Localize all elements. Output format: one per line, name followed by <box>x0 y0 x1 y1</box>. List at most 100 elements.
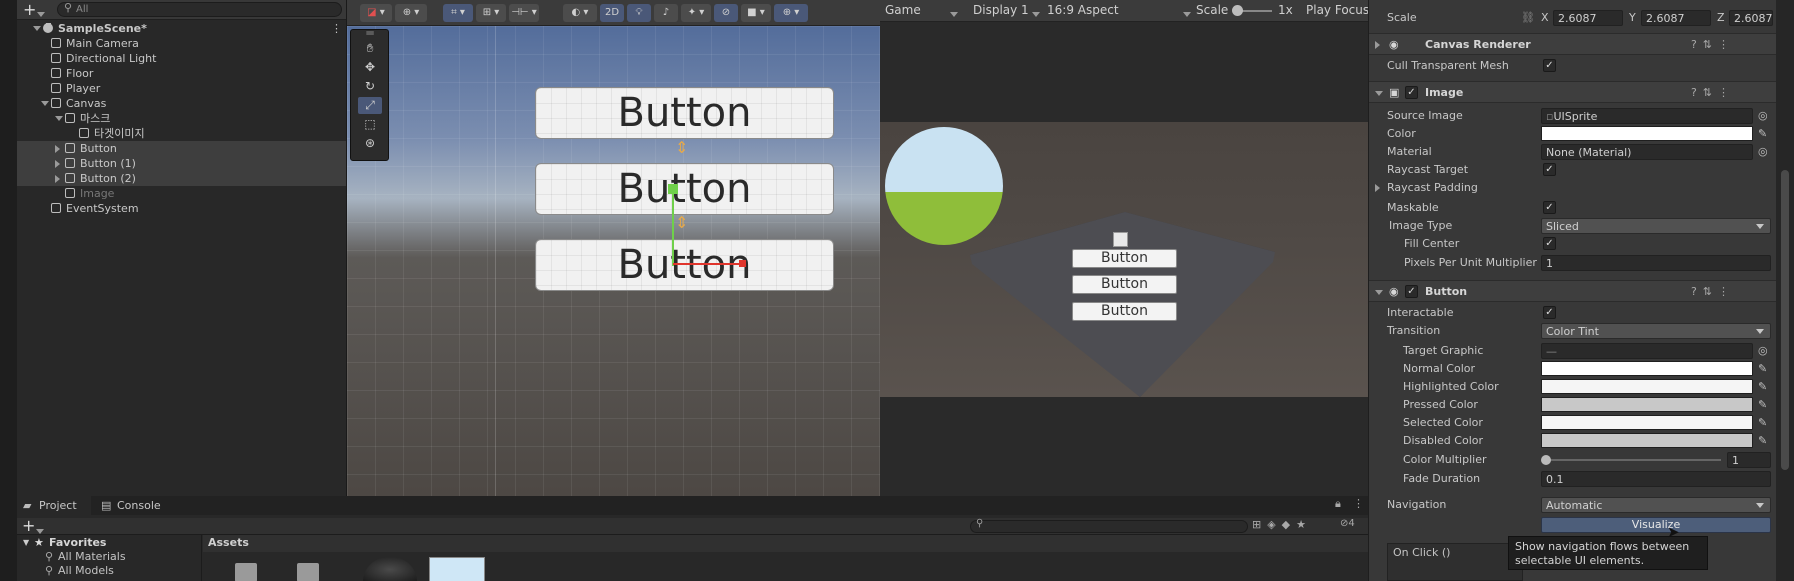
pressed-color-field[interactable] <box>1541 397 1753 412</box>
scene-view[interactable]: Button Button Button ⇕ ⇕ <box>347 0 880 496</box>
move-gizmo-y-axis[interactable] <box>672 184 674 266</box>
raycast-padding-row[interactable]: Raycast Padding <box>1369 179 1777 197</box>
move-tool-icon[interactable]: ✥ <box>358 59 382 76</box>
rotate-tool-icon[interactable]: ↻ <box>358 78 382 95</box>
image-enabled-checkbox[interactable]: ✓ <box>1405 86 1418 99</box>
button-component-header[interactable]: ◉ ✓ Button ?⇅⋮ <box>1369 280 1777 302</box>
hierarchy-item[interactable]: SampleScene* ⋮ <box>17 21 346 36</box>
eyedropper-icon[interactable]: ✎ <box>1758 417 1770 429</box>
scene-button-3[interactable]: Button <box>535 239 834 291</box>
link-icon[interactable]: ⛓ <box>1521 9 1535 27</box>
collapse-icon[interactable] <box>1375 90 1383 96</box>
expand-icon[interactable] <box>1375 184 1380 192</box>
button-enabled-checkbox[interactable]: ✓ <box>1405 285 1418 298</box>
material-field[interactable]: None (Material) <box>1541 144 1753 160</box>
eyedropper-icon[interactable]: ✎ <box>1758 435 1770 447</box>
play-mode-dropdown[interactable]: Play Focused <box>1306 3 1368 17</box>
effects-icon[interactable]: ✦ ▾ <box>681 4 711 22</box>
hierarchy-item[interactable]: Player <box>17 81 346 96</box>
hidden-objects-icon[interactable]: ⊘ <box>714 4 738 22</box>
scale-z-field[interactable]: 2.6087 <box>1729 10 1773 26</box>
object-picker-icon[interactable]: ◎ <box>1758 345 1770 357</box>
globe-icon[interactable]: ⊕ ▾ <box>395 4 427 22</box>
object-picker-icon[interactable]: ◎ <box>1758 110 1770 122</box>
scale-slider-thumb[interactable] <box>1232 5 1243 16</box>
hierarchy-item[interactable]: Main Camera <box>17 36 346 51</box>
fade-duration-field[interactable]: 0.1 <box>1541 471 1771 487</box>
hidden-packages-toggle[interactable]: ⊘4 <box>1340 518 1355 529</box>
scale-tool-icon[interactable]: ⤢ <box>358 97 382 114</box>
project-search-input[interactable]: ⚲ <box>970 518 1248 533</box>
collapse-icon[interactable] <box>1375 289 1383 295</box>
collapse-icon[interactable]: ▼ <box>23 538 29 547</box>
hierarchy-item[interactable]: 타겟이미지 <box>17 126 346 141</box>
shading-mode-icon[interactable]: ◐ ▾ <box>563 4 597 22</box>
ppu-field[interactable]: 1 <box>1541 255 1771 271</box>
fill-center-checkbox[interactable]: ✓ <box>1543 237 1556 250</box>
chevron-down-icon[interactable] <box>1183 7 1191 21</box>
eyedropper-icon[interactable]: ✎ <box>1758 128 1770 140</box>
multiplier-field[interactable]: 1 <box>1727 452 1771 468</box>
hierarchy-item[interactable]: Button (1) <box>17 156 346 171</box>
game-button-2[interactable]: Button <box>1072 275 1177 294</box>
kebab-menu-icon[interactable]: ⋮ <box>331 21 342 36</box>
collapse-icon[interactable] <box>55 116 63 121</box>
assets-label[interactable]: Assets <box>208 536 249 549</box>
sprite-thumbnail[interactable] <box>429 557 485 581</box>
overlay-handle-icon[interactable]: ═ <box>358 27 382 39</box>
expand-icon[interactable] <box>55 175 60 183</box>
source-image-field[interactable]: ▫UISprite <box>1541 108 1753 124</box>
hierarchy-search-input[interactable]: ⚲ All <box>57 1 342 17</box>
color-field[interactable] <box>1541 126 1753 141</box>
hierarchy-item[interactable]: Button (2) <box>17 171 346 186</box>
hierarchy-item[interactable]: Floor <box>17 66 346 81</box>
hierarchy-item[interactable]: Image <box>17 186 346 201</box>
hand-tool-icon[interactable]: ✋︎ <box>358 40 382 57</box>
multiplier-slider-thumb[interactable] <box>1541 455 1551 465</box>
fav-all-models[interactable]: All Models <box>58 564 114 577</box>
normal-color-field[interactable] <box>1541 361 1753 376</box>
navigation-dropdown[interactable]: Automatic <box>1541 497 1771 513</box>
hierarchy-item[interactable]: Canvas <box>17 96 346 111</box>
expand-icon[interactable] <box>55 160 60 168</box>
transition-dropdown[interactable]: Color Tint <box>1541 323 1771 339</box>
folder-icon[interactable] <box>235 563 257 581</box>
project-toolbar-icons[interactable]: ⊞◈◆★ <box>1252 518 1312 531</box>
aspect-dropdown[interactable]: 16:9 Aspect <box>1047 3 1119 17</box>
scene-button-2[interactable]: Button <box>535 163 834 215</box>
tab-console[interactable]: ▤ Console <box>95 496 175 515</box>
snap-increment-icon[interactable]: ⊞ ▾ <box>476 4 506 22</box>
eyedropper-icon[interactable]: ✎ <box>1758 363 1770 375</box>
chevron-down-icon[interactable] <box>1032 7 1040 21</box>
move-gizmo-x-handle[interactable] <box>739 260 746 267</box>
transform-tool-icon[interactable]: ⊛ <box>358 135 382 152</box>
object-picker-icon[interactable]: ◎ <box>1758 146 1770 158</box>
scale-y-field[interactable]: 2.6087 <box>1641 10 1711 26</box>
collapse-icon[interactable] <box>41 101 49 106</box>
audio-icon[interactable]: ♪ <box>654 4 678 22</box>
canvas-renderer-header[interactable]: ◉ Canvas Renderer ?⇅⋮ <box>1369 33 1777 55</box>
material-thumbnail[interactable] <box>363 557 417 581</box>
rect-tool-icon[interactable]: ⬚ <box>358 116 382 133</box>
scene-button-1[interactable]: Button <box>535 87 834 139</box>
hierarchy-item[interactable]: 마스크 <box>17 111 346 126</box>
tab-project[interactable]: ▰ Project <box>17 496 91 515</box>
expand-icon[interactable] <box>55 145 60 153</box>
game-button-1[interactable]: Button <box>1072 249 1177 268</box>
highlighted-color-field[interactable] <box>1541 379 1753 394</box>
visualize-button[interactable]: Visualize <box>1541 517 1771 533</box>
move-gizmo-x-axis[interactable] <box>673 263 742 265</box>
multiplier-slider[interactable] <box>1545 459 1721 461</box>
image-type-dropdown[interactable]: Sliced <box>1541 218 1771 234</box>
hierarchy-item[interactable]: Directional Light <box>17 51 346 66</box>
cull-checkbox[interactable]: ✓ <box>1543 59 1556 72</box>
interactable-checkbox[interactable]: ✓ <box>1543 306 1556 319</box>
hierarchy-item[interactable]: Button <box>17 141 346 156</box>
lock-icon[interactable]: 🔒︎ <box>1335 497 1341 511</box>
game-button-3[interactable]: Button <box>1072 302 1177 321</box>
raycast-target-checkbox[interactable]: ✓ <box>1543 163 1556 176</box>
hierarchy-add-button[interactable]: + <box>23 0 36 20</box>
display-dropdown[interactable]: Display 1 <box>973 3 1029 17</box>
folder-icon[interactable] <box>297 563 319 581</box>
toggle-2d-button[interactable]: 2D <box>600 4 624 22</box>
